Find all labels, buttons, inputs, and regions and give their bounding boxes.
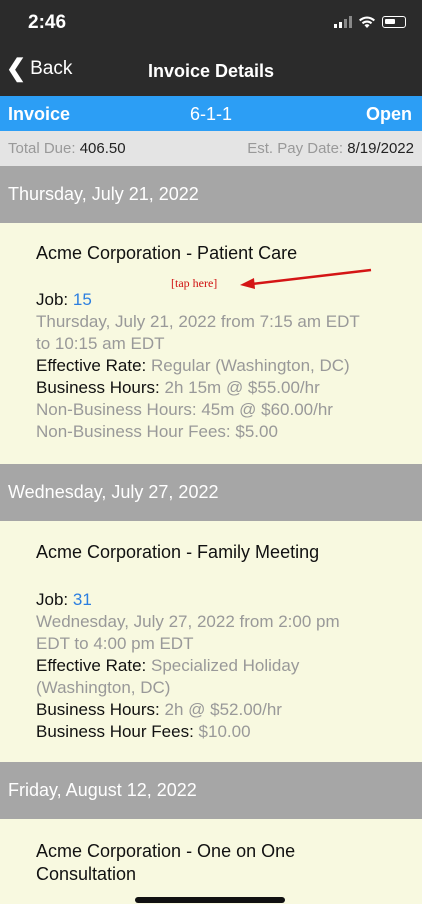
status-time: 2:46 (28, 12, 67, 33)
effective-rate: Effective Rate: Regular (Washington, DC) (36, 355, 422, 377)
rate-label: Effective Rate: (36, 656, 147, 675)
nav-bar: ❮ Back Invoice Details (0, 46, 422, 96)
red-arrow-annotation (240, 268, 372, 289)
est-pay-date-value: 8/19/2022 (347, 140, 414, 157)
job-title: Acme Corporation - Patient Care (36, 243, 298, 263)
job-title: Acme Corporation - Family Meeting (36, 542, 320, 562)
rate-label: Effective Rate: (36, 356, 147, 375)
day-header: Friday, August 12, 2022 (0, 762, 422, 819)
day-header: Thursday, July 21, 2022 (0, 166, 422, 223)
business-hours-value: 2h @ $52.00/hr (164, 700, 282, 719)
battery-icon (382, 16, 406, 28)
business-hour-fees-label: Business Hour Fees: (36, 722, 194, 741)
job-card[interactable]: Acme Corporation - One on One Consultati… (0, 819, 422, 904)
invoice-bar: Invoice 6-1-1 Open (0, 96, 422, 131)
job-title: Acme Corporation - One on One (36, 841, 296, 861)
home-indicator (135, 897, 285, 903)
job-card[interactable]: Acme Corporation - Family Meeting Job: 3… (0, 521, 422, 762)
page-title: Invoice Details (147, 61, 275, 81)
job-number-link[interactable]: 31 (73, 590, 92, 609)
business-hours: Business Hours: 2h @ $52.00/hr (36, 699, 422, 721)
signal-icon (334, 16, 352, 28)
job-card[interactable]: Acme Corporation - Patient Care Job: 15 … (0, 223, 422, 464)
non-business-hour-fees: Non-Business Hour Fees: $5.00 (36, 422, 278, 441)
job-label: Job: (36, 290, 69, 309)
job-datetime-cont: EDT to 4:00 pm EDT (36, 634, 194, 653)
totals-bar: Total Due: 406.50 Est. Pay Date: 8/19/20… (0, 131, 422, 166)
business-hour-fees: Business Hour Fees: $10.00 (36, 721, 422, 743)
non-business-hours: Non-Business Hours: 45m @ $60.00/hr (36, 400, 333, 419)
job-label: Job: (36, 590, 69, 609)
effective-rate: Effective Rate: Specialized Holiday (36, 655, 422, 677)
invoice-status: Open (365, 104, 412, 124)
business-hours-label: Business Hours: (36, 378, 160, 397)
est-pay-date: Est. Pay Date: 8/19/2022 (247, 140, 414, 157)
business-hours: Business Hours: 2h 15m @ $55.00/hr (36, 377, 422, 399)
tap-here-annotation: [tap here] (171, 276, 218, 290)
status-bar: 2:46 (0, 0, 422, 46)
invoice-number: 6-1-1 (189, 104, 233, 124)
job-datetime: Thursday, July 21, 2022 from 7:15 am EDT (36, 312, 360, 331)
job-datetime-cont: to 10:15 am EDT (36, 334, 165, 353)
job-number-row: Job: 15 (36, 289, 422, 311)
day-header: Wednesday, July 27, 2022 (0, 464, 422, 521)
total-due-label: Total Due: (8, 140, 76, 157)
status-icons (334, 15, 406, 29)
job-number-row: Job: 31 (36, 589, 422, 611)
rate-value: Specialized Holiday (150, 656, 300, 675)
est-pay-date-label: Est. Pay Date: (247, 140, 344, 157)
business-hours-label: Business Hours: (36, 700, 160, 719)
job-number-link[interactable]: 15 (73, 290, 92, 309)
business-hour-fees-value: $10.00 (198, 722, 251, 741)
job-datetime: Wednesday, July 27, 2022 from 2:00 pm (36, 612, 340, 631)
rate-value-cont: (Washington, DC) (36, 678, 171, 697)
job-title-cont: Consultation (36, 864, 137, 884)
rate-value: Regular (Washington, DC) (150, 356, 350, 375)
total-due-value: 406.50 (79, 140, 126, 157)
business-hours-value: 2h 15m @ $55.00/hr (164, 378, 320, 397)
wifi-icon (359, 16, 375, 28)
total-due: Total Due: 406.50 (8, 140, 126, 157)
